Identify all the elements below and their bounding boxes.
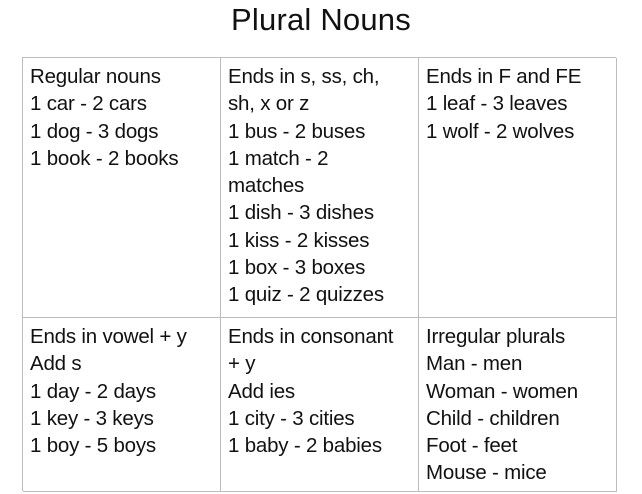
example-line: Woman - women <box>426 379 578 403</box>
example-line: 1 kiss - 2 kisses <box>228 228 370 252</box>
example-line: 1 book - 2 books <box>30 146 179 170</box>
example-line: 1 box - 3 boxes <box>228 256 366 280</box>
example-line: 1 dog - 3 dogs <box>30 119 159 143</box>
example-line: 1 leaf - 3 leaves <box>426 92 568 116</box>
example-line: Mouse - mice <box>426 461 547 485</box>
example-line: 1 key - 3 keys <box>30 406 154 430</box>
table-cell-consonant-y: Ends in consonant + y Add ies 1 city - 3… <box>221 318 419 492</box>
example-line: 1 dish - 3 dishes <box>228 201 374 225</box>
cell-heading: Irregular plurals <box>426 325 566 348</box>
worksheet-page: { "title": "Plural Nouns", "cells": [ { … <box>0 0 642 494</box>
table-cell-ends-in-s: Ends in s, ss, ch, sh, x or z 1 bus - 2 … <box>221 58 419 318</box>
cell-heading: Ends in F and FE <box>426 65 582 88</box>
page-title: Plural Nouns <box>231 2 411 37</box>
example-line: 1 baby - 2 babies <box>228 434 382 458</box>
example-line: 1 bus - 2 buses <box>228 119 366 143</box>
example-line: 1 car - 2 cars <box>30 92 147 116</box>
example-line: 1 match - 2 <box>228 146 329 170</box>
example-line: Child - children <box>426 406 560 430</box>
example-line: Man - men <box>426 352 523 376</box>
rule-line: Add s <box>30 352 82 376</box>
example-line: 1 day - 2 days <box>30 379 156 403</box>
plural-nouns-table: Regular nouns 1 car - 2 cars 1 dog - 3 d… <box>22 57 617 492</box>
rule-line: Add ies <box>228 379 295 403</box>
table-cell-irregular-plurals: Irregular plurals Man - men Woman - wome… <box>419 318 617 492</box>
cell-heading: sh, x or z <box>228 92 310 116</box>
table-cell-ends-in-f-fe: Ends in F and FE 1 leaf - 3 leaves 1 wol… <box>419 58 617 318</box>
example-line: Foot - feet <box>426 434 518 458</box>
example-line: 1 city - 3 cities <box>228 406 355 430</box>
cell-heading: Ends in s, ss, ch, <box>228 65 380 88</box>
example-line: 1 wolf - 2 wolves <box>426 119 575 143</box>
cell-heading: Ends in vowel + y <box>30 325 187 348</box>
example-line: matches <box>228 174 305 198</box>
cell-heading: Ends in consonant <box>228 325 394 348</box>
cell-heading: Regular nouns <box>30 65 161 88</box>
cell-heading: + y <box>228 352 256 376</box>
example-line: 1 quiz - 2 quizzes <box>228 283 384 307</box>
example-line: 1 boy - 5 boys <box>30 434 156 458</box>
table-cell-vowel-y: Ends in vowel + y Add s 1 day - 2 days 1… <box>23 318 221 492</box>
table-cell-regular-nouns: Regular nouns 1 car - 2 cars 1 dog - 3 d… <box>23 58 221 318</box>
